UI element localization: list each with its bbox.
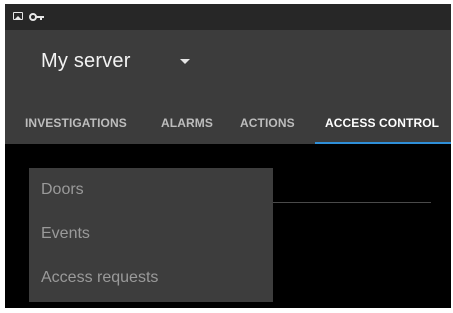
divider [261, 202, 431, 203]
menu-item-doors[interactable]: Doors [29, 168, 273, 212]
dropdown-menu: Doors Events Access requests [29, 168, 273, 302]
server-name[interactable]: My server [41, 50, 131, 73]
status-bar [5, 4, 451, 30]
menu-item-access-requests[interactable]: Access requests [29, 256, 273, 300]
app-window: My server INVESTIGATIONS ALARMS ACTIONS … [5, 4, 451, 308]
tab-bar: INVESTIGATIONS ALARMS ACTIONS ACCESS CON… [5, 103, 451, 144]
tab-alarms[interactable]: ALARMS [161, 103, 213, 144]
content-area: Doors Events Access requests [5, 144, 451, 308]
tab-access-control[interactable]: ACCESS CONTROL [325, 103, 439, 144]
app-bar: My server INVESTIGATIONS ALARMS ACTIONS … [5, 30, 451, 144]
image-icon [13, 12, 23, 20]
menu-item-events[interactable]: Events [29, 212, 273, 256]
server-dropdown-button[interactable] [175, 56, 195, 72]
caret-down-icon [180, 59, 190, 64]
tab-investigations[interactable]: INVESTIGATIONS [25, 103, 127, 144]
key-icon [29, 13, 44, 21]
tab-actions[interactable]: ACTIONS [240, 103, 295, 144]
